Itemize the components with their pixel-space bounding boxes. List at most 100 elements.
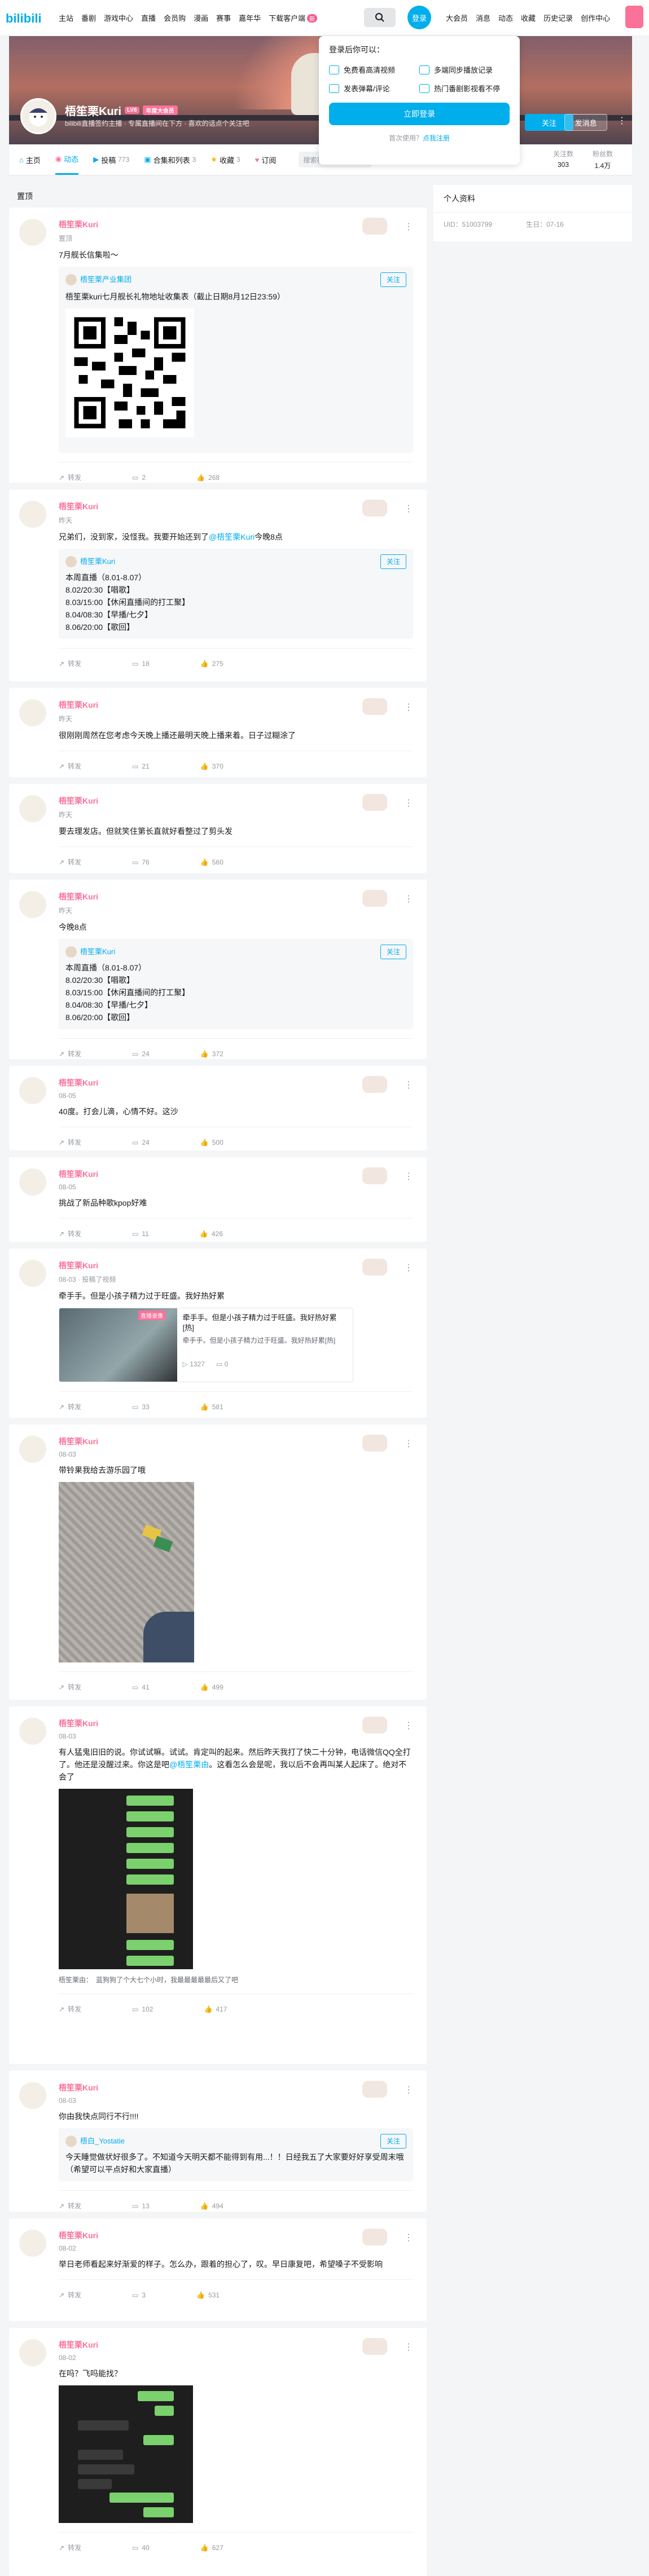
post-author[interactable]: 梧笙栗Kuri: [59, 1436, 413, 1447]
comment-user[interactable]: 梧笙栗由：: [59, 1975, 93, 1984]
more-icon[interactable]: ⋮: [404, 1262, 413, 1273]
post-author[interactable]: 梧笙栗Kuri: [59, 219, 413, 230]
repost-author[interactable]: 梧笙栗Kuri: [80, 946, 115, 958]
tab-dynamics[interactable]: ◉ 动态: [55, 144, 79, 175]
tab-collections[interactable]: ▣ 合集和列表 3: [144, 144, 196, 175]
post-avatar[interactable]: [19, 219, 46, 246]
post-avatar[interactable]: [19, 1436, 46, 1463]
nav-item-anime[interactable]: 番剧: [81, 12, 96, 23]
share-action[interactable]: ↗ 转发: [59, 1137, 81, 1147]
nav-item-manga[interactable]: 漫画: [194, 12, 208, 23]
repost-follow-button[interactable]: 关注: [380, 554, 406, 569]
repost-follow-button[interactable]: 关注: [380, 2134, 406, 2149]
repost-box[interactable]: 梧笙栗Kuri 关注 本周直播（8.01-8.07） 8.02/20:30【唱歌】…: [59, 549, 413, 639]
nav-item-esports[interactable]: 赛事: [216, 12, 231, 23]
share-action[interactable]: ↗ 转发: [59, 1402, 81, 1411]
download-client-link[interactable]: 下载客户端新: [269, 12, 318, 23]
post-avatar[interactable]: [19, 795, 46, 822]
nav-history[interactable]: 历史记录: [543, 12, 573, 23]
tab-subscriptions[interactable]: ♥ 订阅: [255, 144, 277, 175]
share-action[interactable]: ↗ 转发: [59, 2201, 81, 2211]
search-button[interactable]: [364, 8, 396, 27]
nav-item-live[interactable]: 直播: [141, 12, 156, 23]
like-action[interactable]: 👍 275: [200, 659, 223, 668]
post-avatar[interactable]: [19, 1168, 46, 1196]
more-icon[interactable]: ⋮: [404, 1171, 413, 1182]
send-message-button[interactable]: 发消息: [564, 114, 607, 131]
more-icon[interactable]: ⋮: [404, 2084, 413, 2096]
like-action[interactable]: 👍 372: [200, 1049, 223, 1058]
video-card[interactable]: 直播录像 牵手手。但是小孩子精力过于旺盛。我好热好累[热] 牵手手。但是小孩子精…: [59, 1308, 353, 1382]
comment-action[interactable]: ▭ 3: [132, 2290, 146, 2300]
post-avatar[interactable]: [19, 1260, 46, 1287]
post-photo[interactable]: [59, 1482, 194, 1662]
repost-box[interactable]: 梧笙栗Kuri 关注 本周直播（8.01-8.07） 8.02/20:30【唱歌】…: [59, 939, 413, 1029]
nav-messages[interactable]: 消息: [476, 12, 490, 23]
more-options-icon[interactable]: ⋮: [617, 115, 626, 126]
more-icon[interactable]: ⋮: [404, 221, 413, 232]
post-avatar[interactable]: [19, 891, 46, 918]
comment-action[interactable]: ▭ 41: [132, 1682, 150, 1692]
nav-favorites[interactable]: 收藏: [521, 12, 536, 23]
like-action[interactable]: 👍 494: [200, 2201, 223, 2211]
login-avatar-button[interactable]: 登录: [407, 6, 431, 29]
comment-action[interactable]: ▭ 18: [132, 659, 150, 668]
more-icon[interactable]: ⋮: [404, 2232, 413, 2243]
post-author[interactable]: 梧笙栗Kuri: [59, 2082, 413, 2093]
like-action[interactable]: 👍 499: [200, 1682, 223, 1692]
share-action[interactable]: ↗ 转发: [59, 1049, 81, 1058]
like-action[interactable]: 👍 370: [200, 761, 223, 771]
stat-followers[interactable]: 粉丝数 1.4万: [593, 149, 613, 170]
share-action[interactable]: ↗ 转发: [59, 2004, 81, 2014]
post-author[interactable]: 梧笙栗Kuri: [59, 891, 413, 902]
share-action[interactable]: ↗ 转发: [59, 1229, 81, 1238]
comment-action[interactable]: ▭ 21: [132, 761, 150, 771]
like-action[interactable]: 👍 426: [200, 1229, 223, 1238]
post-avatar[interactable]: [19, 1077, 46, 1104]
post-author[interactable]: 梧笙栗Kuri: [59, 795, 413, 806]
like-action[interactable]: 👍 531: [196, 2290, 220, 2300]
share-action[interactable]: ↗ 转发: [59, 2290, 81, 2300]
repost-author[interactable]: 梧笙栗产业集团: [80, 274, 131, 286]
post-avatar[interactable]: [19, 501, 46, 528]
post-author[interactable]: 梧笙栗Kuri: [59, 501, 413, 512]
mention-link[interactable]: @梧笙栗由: [169, 1760, 209, 1769]
comment-action[interactable]: ▭ 24: [132, 1049, 150, 1058]
post-avatar[interactable]: [19, 2339, 46, 2366]
comment-action[interactable]: ▭ 40: [132, 2543, 150, 2552]
more-icon[interactable]: ⋮: [404, 1720, 413, 1731]
share-action[interactable]: ↗ 转发: [59, 473, 81, 482]
more-icon[interactable]: ⋮: [404, 893, 413, 905]
nav-item-main[interactable]: 主站: [59, 12, 73, 23]
like-action[interactable]: 👍 627: [200, 2543, 223, 2552]
mention-link[interactable]: @梧笙栗Kuri: [209, 532, 255, 541]
like-action[interactable]: 👍 500: [200, 1137, 223, 1147]
repost-box[interactable]: 梧白_Yostatie 关注 今天睡觉做状好很多了。不知道今天明天都不能得到有用.…: [59, 2128, 413, 2181]
share-action[interactable]: ↗ 转发: [59, 761, 81, 771]
chat-screenshot[interactable]: [59, 2385, 193, 2523]
repost-follow-button[interactable]: 关注: [380, 272, 406, 287]
comment-action[interactable]: ▭ 76: [132, 857, 150, 867]
like-action[interactable]: 👍 268: [196, 473, 220, 482]
share-action[interactable]: ↗ 转发: [59, 1682, 81, 1692]
nav-item-carnival[interactable]: 嘉年华: [239, 12, 261, 23]
like-action[interactable]: 👍 581: [200, 1402, 223, 1411]
chat-screenshot[interactable]: [59, 1789, 193, 1969]
tab-home[interactable]: ⌂ 主页: [19, 144, 41, 175]
post-author[interactable]: 梧笙栗Kuri: [59, 1260, 413, 1271]
upload-button[interactable]: [625, 6, 643, 28]
register-link[interactable]: 点我注册: [423, 134, 450, 142]
repost-author[interactable]: 梧白_Yostatie: [80, 2135, 125, 2147]
stat-following[interactable]: 关注数 303: [553, 149, 573, 170]
post-author[interactable]: 梧笙栗Kuri: [59, 2230, 413, 2241]
comment-action[interactable]: ▭ 13: [132, 2201, 150, 2211]
post-avatar[interactable]: [19, 2082, 46, 2109]
more-icon[interactable]: ⋮: [404, 1079, 413, 1091]
bilibili-logo[interactable]: bilibili: [6, 8, 45, 28]
share-action[interactable]: ↗ 转发: [59, 659, 81, 668]
post-author[interactable]: 梧笙栗Kuri: [59, 1718, 413, 1729]
tab-favorites[interactable]: ★ 收藏 3: [211, 144, 240, 175]
featured-comment[interactable]: 梧笙栗由： 蓝狗狗了个大七个小时，我最最最最最后又了吧: [59, 1975, 413, 1984]
post-author[interactable]: 梧笙栗Kuri: [59, 1077, 413, 1088]
nav-item-shop[interactable]: 会员购: [164, 12, 186, 23]
